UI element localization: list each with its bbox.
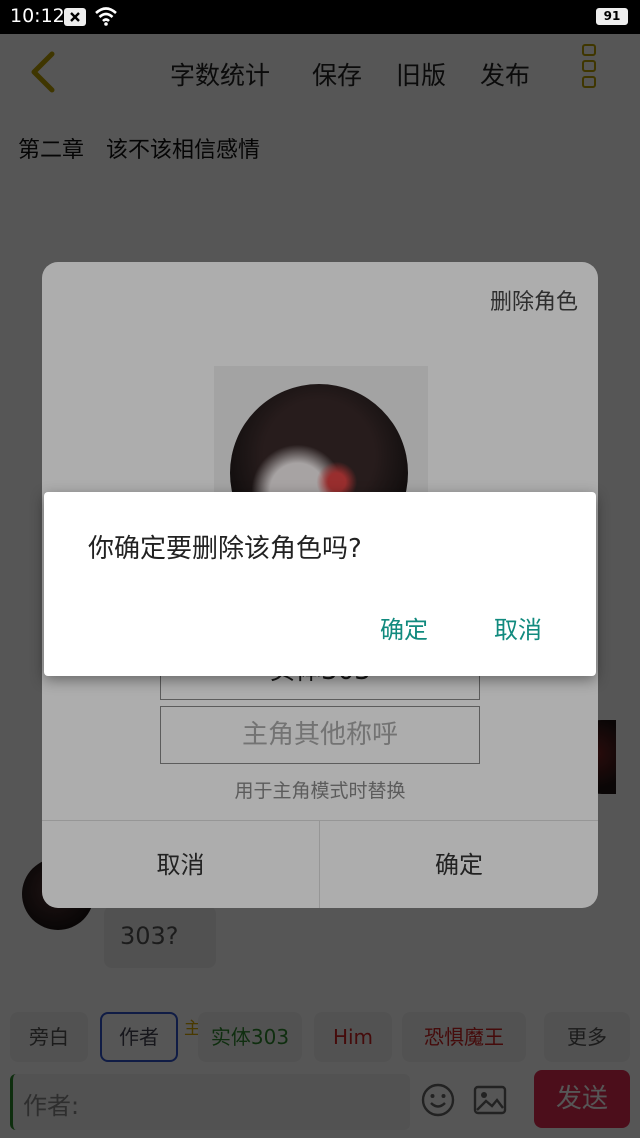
alert-cancel-button[interactable]: 取消 [494, 610, 542, 645]
delete-confirm-dialog: 你确定要删除该角色吗? 确定 取消 [44, 492, 596, 676]
battery-indicator: 91 [596, 8, 628, 25]
alert-message: 你确定要删除该角色吗? [88, 534, 362, 564]
wifi-icon [94, 5, 118, 32]
alert-confirm-button[interactable]: 确定 [380, 610, 428, 645]
notification-icon [64, 8, 86, 26]
status-time: 10:12 [10, 5, 65, 27]
status-bar: 10:12 91 [0, 0, 640, 34]
